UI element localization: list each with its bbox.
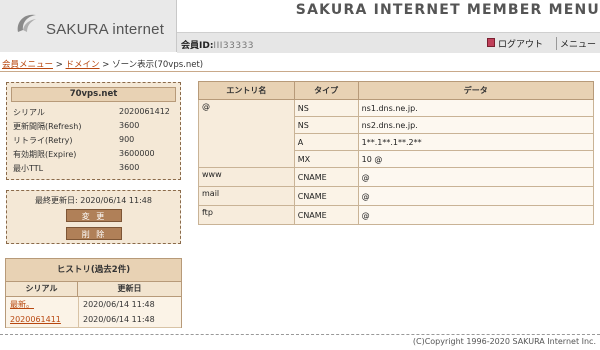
zone-data: ns1.dns.ne.jp. (357, 99, 595, 117)
zone-type: NS (293, 99, 359, 117)
breadcrumb-separator: > (99, 60, 113, 70)
breadcrumb-current: ゾーン表示(70vps.net) (112, 60, 204, 70)
page-header: SAKURA internet SAKURA INTERNET MEMBER M… (0, 0, 600, 53)
soa-value: 3600 (119, 121, 140, 130)
zone-row: mail CNAME @ (198, 186, 595, 206)
zone-data: 10 @ (357, 150, 595, 168)
breadcrumb-separator: > (53, 60, 66, 70)
member-id: 会員ID:III33333 (181, 38, 254, 51)
page-title: SAKURA INTERNET MEMBER MENU (295, 2, 600, 18)
zone-type: CNAME (293, 167, 359, 187)
menu-title-area: SAKURA INTERNET MEMBER MENU (178, 0, 600, 32)
history-serial-link[interactable]: 2020061411 (10, 312, 76, 327)
soa-row: シリアル 2020061412 (13, 107, 170, 118)
soa-value: 3600000 (119, 149, 155, 158)
history-row: 最新。 2020/06/14 11:48 (6, 297, 181, 313)
zone-entry: ftp (198, 205, 295, 225)
soa-key: 更新間隔(Refresh) (13, 122, 82, 131)
soa-key: シリアル (13, 108, 45, 117)
soa-value: 2020061412 (119, 107, 170, 116)
zone-type: MX (293, 150, 359, 168)
breadcrumb: 会員メニュー > ドメイン > ゾーン表示(70vps.net) (2, 58, 203, 70)
zone-entry: @ (198, 99, 295, 168)
history-col-serial: シリアル (6, 282, 78, 296)
zone-data: @ (357, 186, 595, 206)
soa-row: 更新間隔(Refresh) 3600 (13, 121, 139, 132)
zone-type: NS (293, 116, 359, 134)
sakura-logo-icon (17, 14, 36, 32)
history-row: 2020061411 2020/06/14 11:48 (6, 312, 181, 328)
soa-key: 有効期限(Expire) (13, 150, 77, 159)
logo-area: SAKURA internet (0, 0, 177, 52)
zone-col-type: タイプ (293, 81, 359, 100)
zone-col-data: データ (357, 81, 595, 100)
menu-link[interactable]: メニュー (556, 37, 596, 50)
last-updated: 最終更新日: 2020/06/14 11:48 (35, 196, 152, 205)
history-updated: 2020/06/14 11:48 (78, 297, 181, 312)
history-header: シリアル 更新日 (6, 282, 181, 297)
history-updated: 2020/06/14 11:48 (78, 312, 181, 327)
soa-row: 最小TTL 3600 (13, 163, 139, 174)
zone-row: @ NS ns1.dns.ne.jp. (198, 99, 595, 168)
zone-entry: www (198, 167, 295, 187)
zone-row: ftp CNAME @ (198, 205, 595, 225)
zone-table: エントリ名 タイプ データ @ NS ns1.dns.ne.jp. NS ns2… (198, 81, 595, 225)
breadcrumb-domain[interactable]: ドメイン (66, 60, 100, 70)
zone-data: @ (357, 205, 595, 225)
member-id-value: III33333 (213, 41, 255, 51)
soa-value: 3600 (119, 163, 140, 172)
zone-entry: mail (198, 186, 295, 206)
history-serial-link[interactable]: 最新。 (10, 297, 76, 312)
breadcrumb-divider (0, 71, 600, 72)
zone-data: 1**.1**.1**.2** (357, 133, 595, 151)
soa-row: 有効期限(Expire) 3600000 (13, 149, 155, 160)
logout-label: ログアウト (498, 40, 544, 50)
soa-key: リトライ(Retry) (13, 136, 73, 145)
history-col-updated: 更新日 (117, 284, 142, 293)
soa-title: 70vps.net (11, 87, 176, 102)
soa-row: リトライ(Retry) 900 (13, 135, 134, 146)
footer-divider (0, 334, 600, 335)
soa-value: 900 (119, 135, 135, 144)
logo-text: SAKURA internet (46, 21, 165, 38)
copyright: (C)Copyright 1996-2020 SAKURA Internet I… (412, 337, 596, 346)
zone-data: @ (357, 167, 595, 187)
history-panel: ヒストリ(過去2件) シリアル 更新日 最新。 2020/06/14 11:48… (5, 258, 182, 328)
actions-panel: 最終更新日: 2020/06/14 11:48 変 更 削 除 (6, 190, 181, 244)
delete-button[interactable]: 削 除 (66, 227, 122, 240)
change-button[interactable]: 変 更 (66, 209, 122, 222)
zone-data: ns2.dns.ne.jp. (357, 116, 595, 134)
logout-icon (487, 38, 495, 47)
history-title: ヒストリ(過去2件) (6, 259, 181, 282)
zone-col-entry: エントリ名 (198, 81, 295, 100)
member-id-label: 会員ID: (181, 41, 214, 51)
soa-key: 最小TTL (13, 164, 44, 173)
breadcrumb-member-menu[interactable]: 会員メニュー (2, 60, 53, 70)
zone-type: CNAME (293, 186, 359, 206)
zone-type: CNAME (293, 205, 359, 225)
zone-type: A (293, 133, 359, 151)
logout-button[interactable]: ログアウト (487, 37, 544, 50)
zone-row: www CNAME @ (198, 167, 595, 187)
zone-header-row: エントリ名 タイプ データ (198, 81, 595, 100)
soa-panel: 70vps.net シリアル 2020061412 更新間隔(Refresh) 36… (6, 82, 181, 180)
